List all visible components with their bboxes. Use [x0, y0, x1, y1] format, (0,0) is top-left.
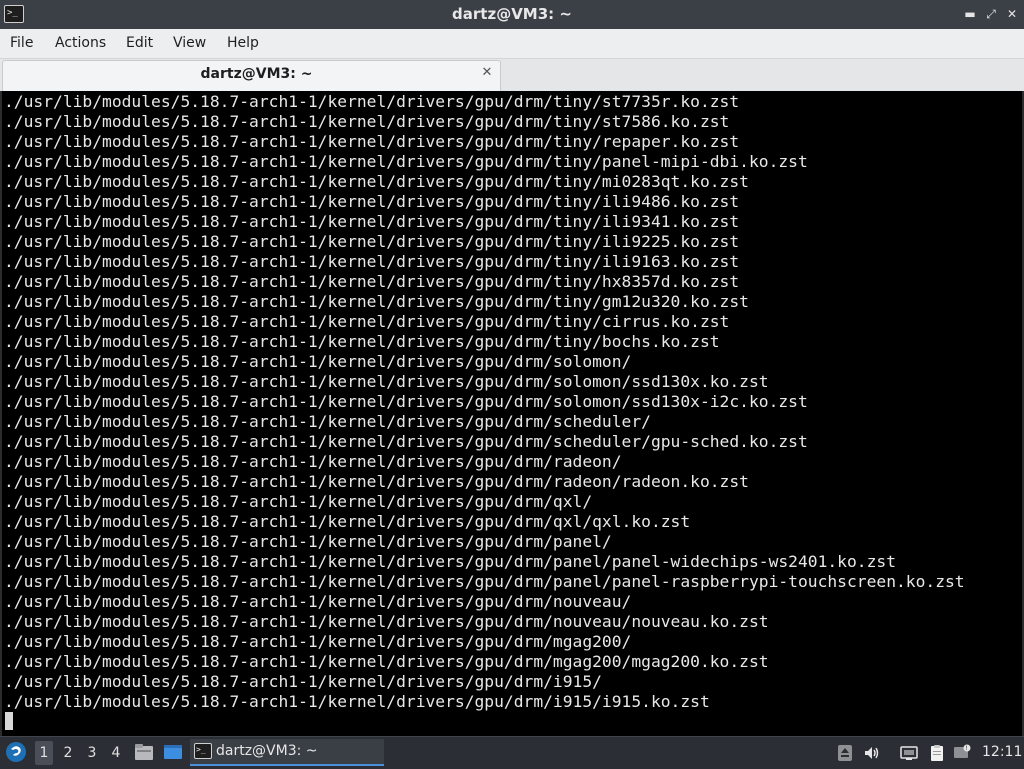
- terminal-line: ./usr/lib/modules/5.18.7-arch1-1/kernel/…: [4, 612, 769, 631]
- file-manager-icon[interactable]: [134, 743, 154, 761]
- terminal-line: ./usr/lib/modules/5.18.7-arch1-1/kernel/…: [4, 212, 740, 231]
- menu-bar: File Actions Edit View Help: [0, 29, 1024, 59]
- window-titlebar[interactable]: >_ dartz@VM3: ~ ▬ ⤢ ✕: [0, 0, 1024, 29]
- workspace-3[interactable]: 3: [83, 741, 101, 765]
- workspace-4[interactable]: 4: [107, 741, 125, 765]
- terminal-line: ./usr/lib/modules/5.18.7-arch1-1/kernel/…: [4, 672, 602, 691]
- terminal-line: ./usr/lib/modules/5.18.7-arch1-1/kernel/…: [4, 532, 612, 551]
- tab-close-icon[interactable]: ✕: [480, 66, 494, 80]
- taskbar-terminal-task[interactable]: >_ dartz@VM3: ~: [190, 739, 384, 766]
- menu-edit[interactable]: Edit: [126, 29, 153, 58]
- notification-icon[interactable]: !: [953, 744, 971, 762]
- svg-text:!: !: [965, 745, 967, 752]
- menu-actions[interactable]: Actions: [55, 29, 106, 58]
- terminal-line: ./usr/lib/modules/5.18.7-arch1-1/kernel/…: [4, 392, 808, 411]
- terminal-cursor: [5, 712, 13, 730]
- terminal-line: ./usr/lib/modules/5.18.7-arch1-1/kernel/…: [4, 412, 651, 431]
- terminal-line: ./usr/lib/modules/5.18.7-arch1-1/kernel/…: [4, 252, 740, 271]
- window-title: dartz@VM3: ~: [452, 5, 572, 23]
- terminal-line: ./usr/lib/modules/5.18.7-arch1-1/kernel/…: [4, 492, 593, 511]
- terminal-line: ./usr/lib/modules/5.18.7-arch1-1/kernel/…: [4, 632, 632, 651]
- terminal-line: ./usr/lib/modules/5.18.7-arch1-1/kernel/…: [4, 352, 632, 371]
- menu-help[interactable]: Help: [227, 29, 259, 58]
- terminal-line: ./usr/lib/modules/5.18.7-arch1-1/kernel/…: [4, 432, 808, 451]
- tab-bar: dartz@VM3: ~ ✕: [0, 59, 1024, 91]
- terminal-lines: ./usr/lib/modules/5.18.7-arch1-1/kernel/…: [4, 92, 965, 712]
- taskbar-clock[interactable]: 12:11: [982, 737, 1022, 769]
- eject-icon[interactable]: [836, 744, 854, 762]
- taskbar-task-label: dartz@VM3: ~: [216, 743, 318, 759]
- terminal-line: ./usr/lib/modules/5.18.7-arch1-1/kernel/…: [4, 152, 808, 171]
- clipboard-icon[interactable]: [928, 744, 946, 762]
- terminal-line: ./usr/lib/modules/5.18.7-arch1-1/kernel/…: [4, 132, 740, 151]
- terminal-line: ./usr/lib/modules/5.18.7-arch1-1/kernel/…: [4, 292, 749, 311]
- show-desktop-icon[interactable]: [163, 743, 183, 761]
- workspace-2[interactable]: 2: [59, 741, 77, 765]
- lxqt-start-icon[interactable]: [4, 740, 28, 764]
- network-icon[interactable]: [900, 744, 918, 762]
- terminal-line: ./usr/lib/modules/5.18.7-arch1-1/kernel/…: [4, 572, 965, 591]
- terminal-line: ./usr/lib/modules/5.18.7-arch1-1/kernel/…: [4, 552, 896, 571]
- volume-icon[interactable]: [863, 744, 881, 762]
- terminal-line: ./usr/lib/modules/5.18.7-arch1-1/kernel/…: [4, 332, 720, 351]
- maximize-button[interactable]: ⤢: [984, 7, 998, 21]
- tab-label: dartz@VM3: ~: [200, 66, 313, 82]
- terminal-line: ./usr/lib/modules/5.18.7-arch1-1/kernel/…: [4, 472, 749, 491]
- terminal-line: ./usr/lib/modules/5.18.7-arch1-1/kernel/…: [4, 452, 622, 471]
- menu-file[interactable]: File: [10, 29, 33, 58]
- terminal-line: ./usr/lib/modules/5.18.7-arch1-1/kernel/…: [4, 592, 632, 611]
- taskbar: 1 2 3 4 >_ dartz@VM3: ~ ! 12:11: [0, 736, 1024, 768]
- terminal-line: ./usr/lib/modules/5.18.7-arch1-1/kernel/…: [4, 372, 769, 391]
- minimize-button[interactable]: ▬: [963, 7, 977, 21]
- terminal-output[interactable]: ./usr/lib/modules/5.18.7-arch1-1/kernel/…: [0, 91, 1024, 736]
- terminal-line: ./usr/lib/modules/5.18.7-arch1-1/kernel/…: [4, 172, 749, 191]
- terminal-line: ./usr/lib/modules/5.18.7-arch1-1/kernel/…: [4, 312, 730, 331]
- terminal-line: ./usr/lib/modules/5.18.7-arch1-1/kernel/…: [4, 232, 740, 251]
- terminal-line: ./usr/lib/modules/5.18.7-arch1-1/kernel/…: [4, 192, 740, 211]
- terminal-line: ./usr/lib/modules/5.18.7-arch1-1/kernel/…: [4, 652, 769, 671]
- menu-view[interactable]: View: [173, 29, 206, 58]
- workspace-1[interactable]: 1: [35, 741, 53, 765]
- terminal-icon: >_: [194, 743, 212, 759]
- terminal-line: ./usr/lib/modules/5.18.7-arch1-1/kernel/…: [4, 692, 710, 711]
- tab-terminal[interactable]: dartz@VM3: ~ ✕: [2, 60, 501, 91]
- terminal-line: ./usr/lib/modules/5.18.7-arch1-1/kernel/…: [4, 272, 740, 291]
- close-window-button[interactable]: ✕: [1005, 7, 1019, 21]
- terminal-line: ./usr/lib/modules/5.18.7-arch1-1/kernel/…: [4, 112, 730, 131]
- terminal-line: ./usr/lib/modules/5.18.7-arch1-1/kernel/…: [4, 512, 691, 531]
- terminal-line: ./usr/lib/modules/5.18.7-arch1-1/kernel/…: [4, 92, 740, 111]
